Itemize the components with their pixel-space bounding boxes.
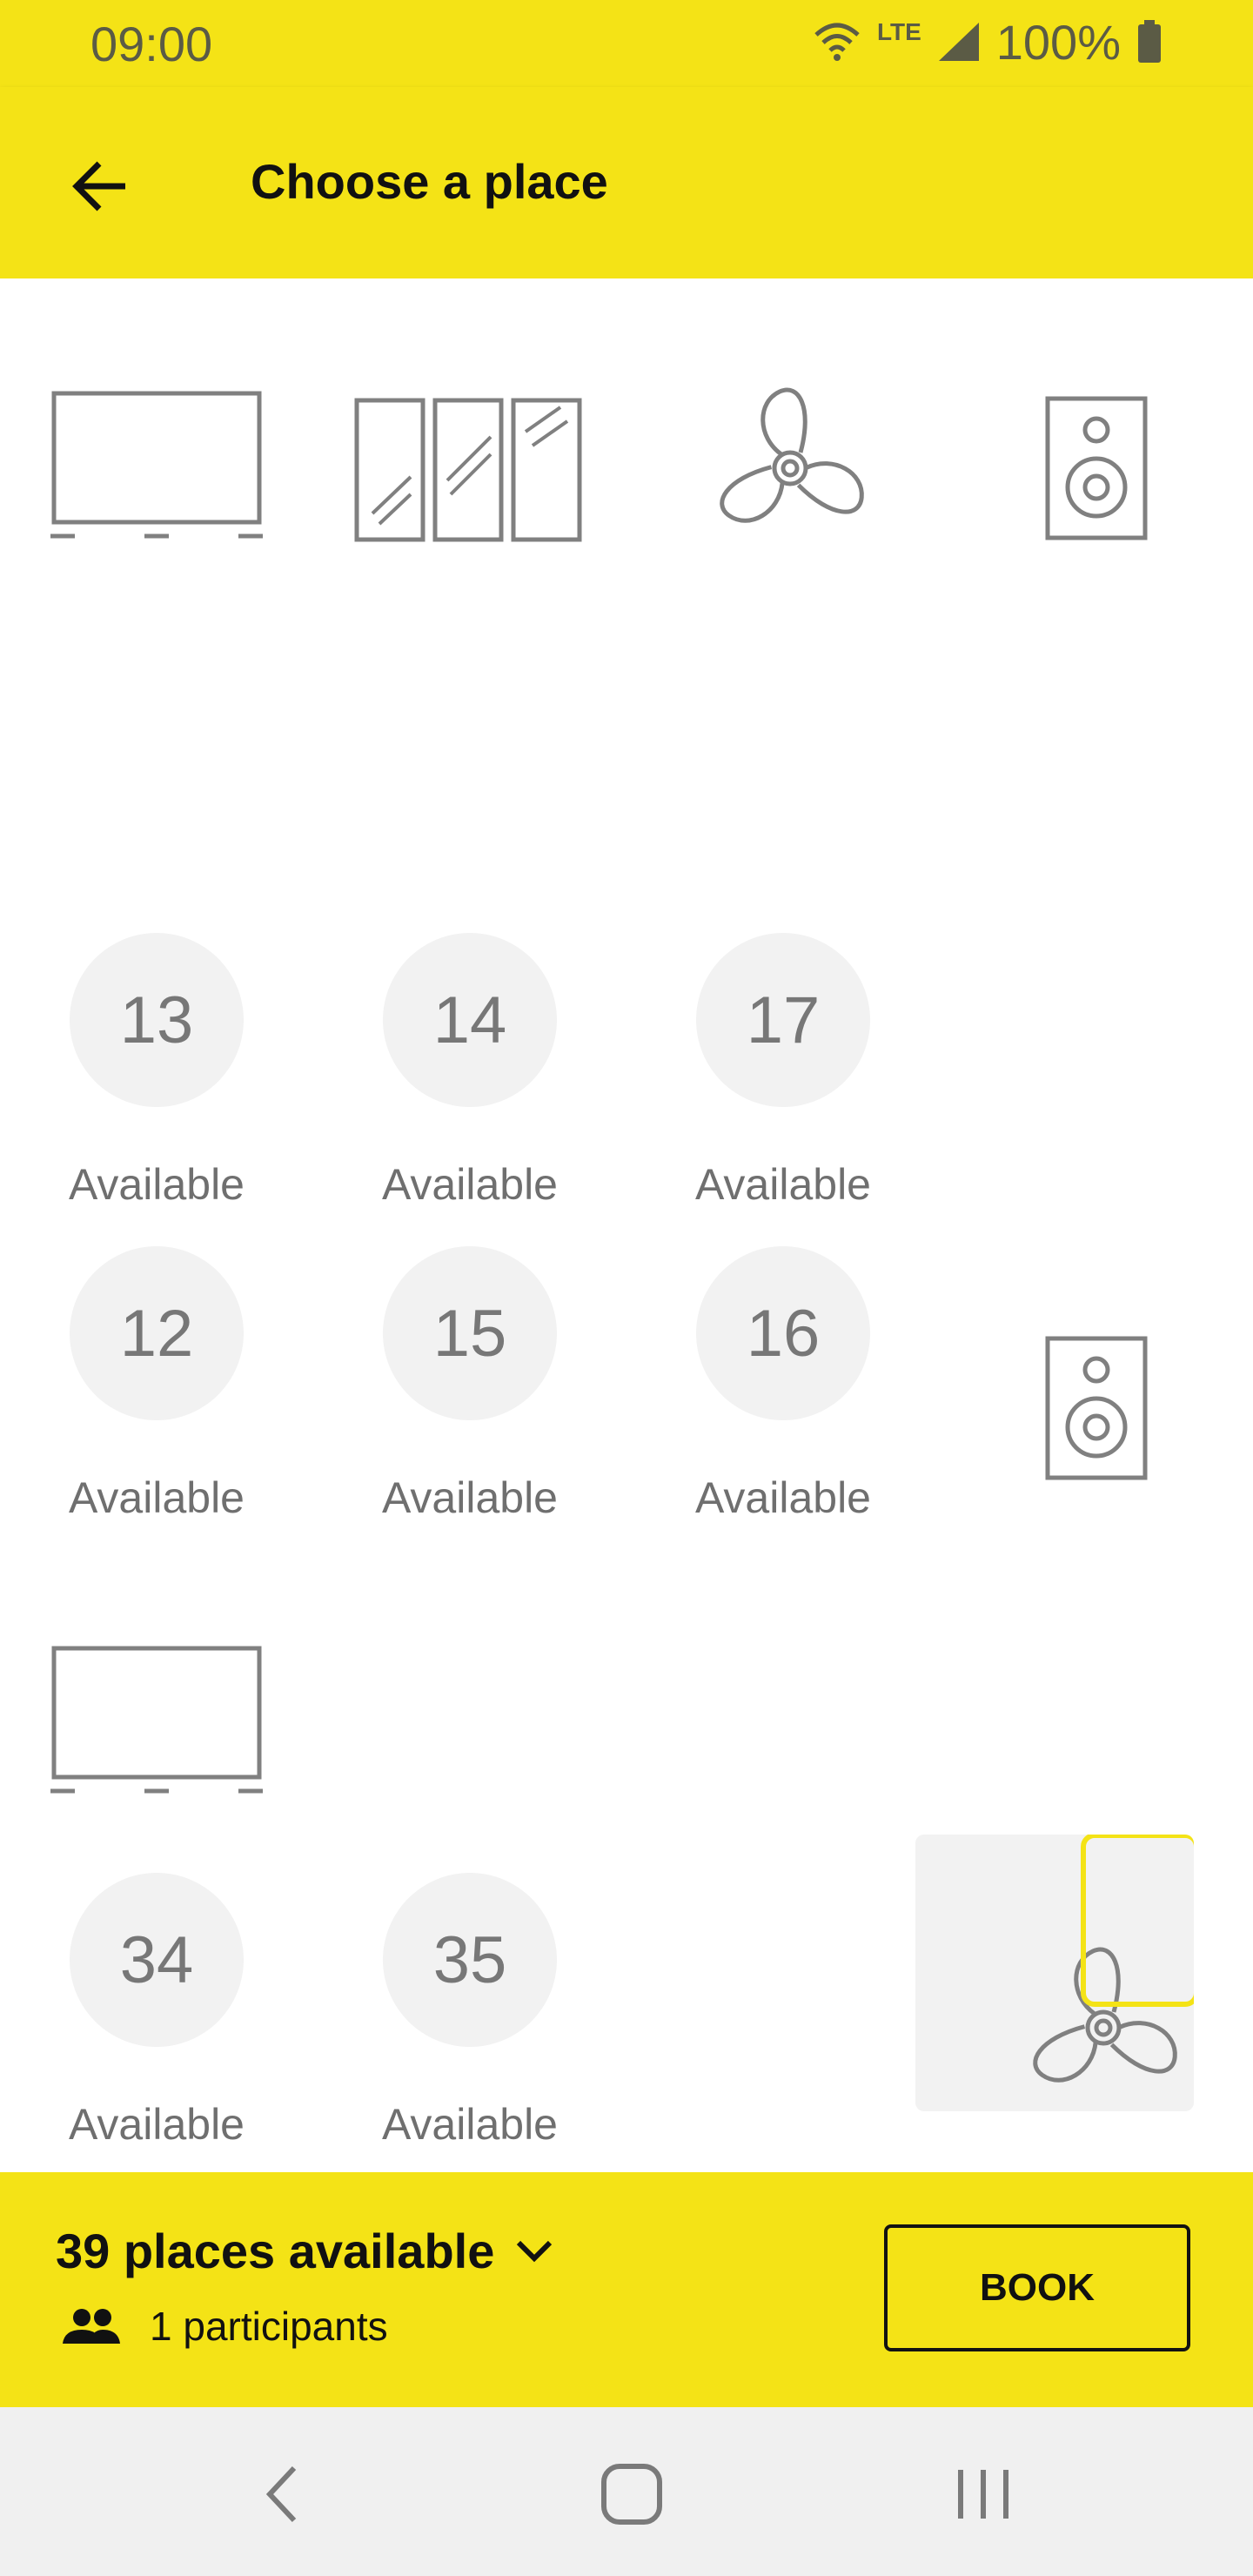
battery-percent: 100% (995, 14, 1121, 70)
tv-icon (50, 1646, 263, 1794)
seat-status: Available (694, 1160, 871, 1209)
participants-info: 1 participants (63, 2303, 388, 2350)
people-icon (63, 2309, 120, 2344)
nav-recents-icon (958, 2470, 1008, 2519)
signal-icon (938, 23, 979, 61)
seat-status: Available (381, 1473, 558, 1522)
seat-number: 34 (70, 1873, 244, 2047)
seat-status: Available (68, 2100, 245, 2149)
minimap[interactable] (915, 1835, 1194, 2111)
seat-34[interactable]: 34 Available (17, 1873, 296, 2150)
chevron-down-icon (517, 2240, 553, 2262)
tv-icon (50, 391, 263, 539)
nav-recents-button[interactable] (931, 2442, 1035, 2546)
seat-16[interactable]: 16 Available (644, 1246, 922, 1523)
seat-12[interactable]: 12 Available (17, 1246, 296, 1523)
network-type: LTE (876, 18, 921, 45)
seat-number: 16 (696, 1246, 870, 1420)
page-title: Choose a place (251, 154, 608, 209)
seat-35[interactable]: 35 Available (331, 1873, 609, 2150)
nav-back-icon (265, 2465, 297, 2523)
seat-number: 12 (70, 1246, 244, 1420)
places-available-label: 39 places available (56, 2224, 495, 2278)
book-button[interactable]: BOOK (884, 2224, 1190, 2351)
wifi-icon (814, 23, 860, 61)
seat-number: 35 (383, 1873, 557, 2047)
seat-14[interactable]: 14 Available (331, 933, 609, 1210)
seat-map[interactable]: 13 Available 14 Available 17 Available 1… (0, 278, 1253, 2172)
places-dropdown[interactable]: 39 places available (56, 2223, 555, 2279)
seat-number: 17 (696, 933, 870, 1107)
back-button[interactable] (57, 144, 141, 228)
fan-icon (720, 387, 864, 523)
seat-number: 13 (70, 933, 244, 1107)
nav-home-button[interactable] (580, 2442, 684, 2546)
nav-home-icon (601, 2464, 662, 2525)
seat-status: Available (68, 1473, 245, 1522)
booking-bar: 39 places available 1 participants BOOK (0, 2172, 1253, 2407)
seat-status: Available (694, 1473, 871, 1522)
nav-back-button[interactable] (230, 2442, 334, 2546)
battery-icon (1138, 20, 1161, 63)
status-time: 09:00 (90, 17, 213, 71)
system-nav-bar (0, 2407, 1253, 2576)
speaker-icon (1045, 1336, 1148, 1480)
seat-number: 14 (383, 933, 557, 1107)
seat-15[interactable]: 15 Available (331, 1246, 609, 1523)
minimap-viewport[interactable] (1081, 1835, 1194, 2007)
status-icons: LTE 100% (813, 14, 1163, 70)
participants-label: 1 participants (150, 2304, 388, 2349)
status-bar: 09:00 LTE 100% (0, 0, 1253, 87)
seat-status: Available (68, 1160, 245, 1209)
seat-13[interactable]: 13 Available (17, 933, 296, 1210)
speaker-icon (1045, 396, 1148, 540)
seat-status: Available (381, 1160, 558, 1209)
app-bar: Choose a place (0, 87, 1253, 278)
window-icon (354, 398, 582, 542)
seat-status: Available (381, 2100, 558, 2149)
seat-17[interactable]: 17 Available (644, 933, 922, 1210)
seat-number: 15 (383, 1246, 557, 1420)
arrow-back-icon (72, 161, 125, 211)
